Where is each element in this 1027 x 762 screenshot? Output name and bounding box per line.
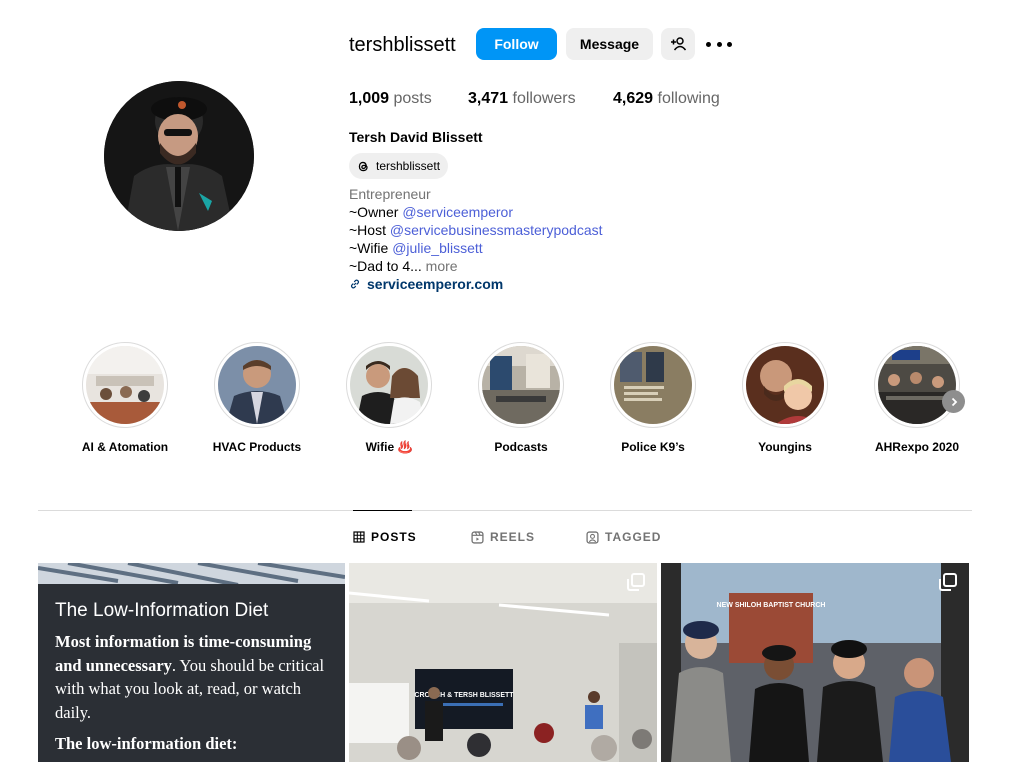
highlight-ring — [478, 342, 564, 428]
message-button[interactable]: Message — [566, 28, 653, 60]
tab-label: REELS — [490, 530, 536, 544]
bio-category: Entrepreneur — [349, 186, 431, 202]
highlight-ring — [214, 342, 300, 428]
highlight-cover — [218, 346, 296, 424]
threads-icon — [358, 161, 368, 171]
posts-label: posts — [393, 90, 432, 107]
highlight-label: AI & Atomation — [81, 440, 169, 454]
highlight-youngins[interactable]: Youngins — [735, 342, 835, 454]
highlight-police-k9s[interactable]: Police K9’s — [603, 342, 703, 454]
mention-link[interactable]: @serviceemperor — [402, 204, 513, 220]
highlight-label: AHRexpo 2020 — [874, 440, 960, 454]
website-url: serviceemperor.com — [367, 276, 504, 292]
tab-tagged[interactable]: TAGGED — [586, 530, 661, 544]
highlight-hvac-products[interactable]: HVAC Products — [207, 342, 307, 454]
highlight-ring — [346, 342, 432, 428]
profile-bio: Entrepreneur ~Owner @serviceemperor ~Hos… — [349, 185, 603, 293]
profile-full-name: Tersh David Blissett — [349, 129, 483, 145]
avatar-photo — [104, 81, 254, 231]
posts-count: 1,009 — [349, 90, 390, 107]
post-subheading: The low-information diet: — [55, 734, 238, 753]
bio-line: ~Owner @serviceemperor — [349, 203, 603, 221]
bio-line: ~Dad to 4... more — [349, 257, 603, 275]
tab-label: TAGGED — [605, 530, 662, 544]
highlight-label: Podcasts — [494, 440, 548, 454]
website-link[interactable]: serviceemperor.com — [349, 275, 603, 293]
more-options-icon[interactable] — [706, 34, 732, 54]
highlight-cover — [86, 346, 164, 424]
highlight-cover — [482, 346, 560, 424]
post-tile[interactable]: CROUCH & TERSH BLISSETT — [349, 563, 657, 762]
highlight-label: Wifie ♨️ — [365, 440, 413, 454]
highlight-podcasts[interactable]: Podcasts — [471, 342, 571, 454]
threads-handle: tershblissett — [376, 159, 441, 173]
chevron-right-icon — [951, 397, 957, 406]
link-icon — [351, 279, 359, 289]
add-user-icon — [671, 37, 686, 51]
church-sign-text: NEW SHILOH BAPTIST CHURCH — [717, 602, 826, 609]
carousel-icon — [939, 573, 957, 591]
followers-stat[interactable]: 3,471 followers — [468, 90, 576, 108]
post-photo-classroom: CROUCH & TERSH BLISSETT — [349, 563, 657, 762]
profile-username: tershblissett — [349, 34, 456, 56]
follow-button[interactable]: Follow — [476, 28, 557, 60]
highlight-ring — [742, 342, 828, 428]
carousel-icon — [627, 573, 645, 591]
followers-count: 3,471 — [468, 90, 509, 107]
highlight-cover — [614, 346, 692, 424]
post-body: Most information is time-consuming and u… — [55, 630, 328, 724]
post-title: The Low-Information Diet — [55, 600, 269, 621]
bio-more-link[interactable]: more — [426, 258, 458, 274]
post-photo-group: NEW SHILOH BAPTIST CHURCH — [661, 563, 969, 762]
threads-badge[interactable]: tershblissett — [349, 153, 449, 179]
mention-link[interactable]: @servicebusinessmasterypodcast — [390, 222, 603, 238]
grid-icon — [353, 531, 365, 543]
bio-line-text: ~Wifie — [349, 240, 393, 256]
highlight-cover — [878, 346, 956, 424]
highlight-ai-atomation[interactable]: AI & Atomation — [75, 342, 175, 454]
highlight-cover — [746, 346, 824, 424]
suggest-user-button[interactable] — [661, 28, 695, 60]
followers-label: followers — [512, 90, 576, 107]
highlight-label: Police K9’s — [621, 440, 685, 454]
bio-line-text: ~Host — [349, 222, 390, 238]
tagged-icon — [586, 530, 599, 544]
mention-link[interactable]: @julie_blissett — [392, 240, 482, 256]
tab-reels[interactable]: REELS — [471, 530, 535, 544]
tab-label: POSTS — [371, 530, 417, 544]
following-stat[interactable]: 4,629 following — [613, 90, 720, 108]
highlight-ring — [82, 342, 168, 428]
profile-avatar[interactable] — [104, 81, 254, 231]
following-label: following — [657, 90, 720, 107]
post-tile[interactable]: NEW SHILOH BAPTIST CHURCH — [661, 563, 969, 762]
highlight-ring — [874, 342, 960, 428]
reels-icon — [471, 530, 484, 544]
post-header-image — [38, 563, 345, 585]
bio-line-text: ~Dad to 4... — [349, 258, 422, 274]
post-text-card: The Low-Information Diet Most informatio… — [38, 584, 345, 762]
highlight-label: Youngins — [758, 440, 812, 454]
following-count: 4,629 — [613, 90, 654, 107]
bio-line-text: ~Owner — [349, 204, 403, 220]
post-tile[interactable]: The Low-Information Diet Most informatio… — [38, 563, 345, 762]
bio-line: ~Host @servicebusinessmasterypodcast — [349, 221, 603, 239]
highlight-wifie[interactable]: Wifie ♨️ — [339, 342, 439, 454]
tabs-divider — [38, 510, 972, 511]
bio-line: ~Wifie @julie_blissett — [349, 239, 603, 257]
highlight-ring — [610, 342, 696, 428]
highlights-next-button[interactable] — [942, 390, 965, 413]
tab-posts[interactable]: POSTS — [353, 530, 417, 544]
highlight-label: HVAC Products — [212, 440, 302, 454]
posts-stat: 1,009 posts — [349, 90, 432, 108]
active-tab-indicator — [353, 510, 412, 511]
highlight-cover — [350, 346, 428, 424]
